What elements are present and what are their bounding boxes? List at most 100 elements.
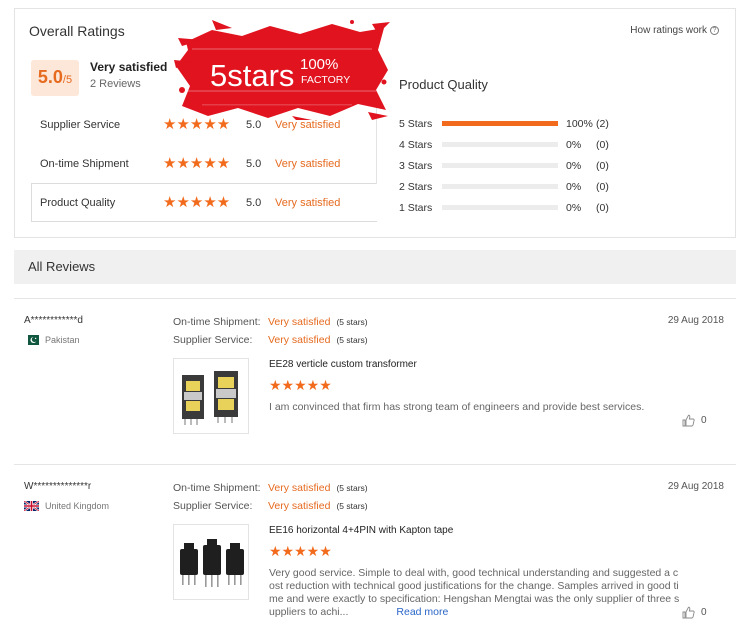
distribution-count: (0) [596, 201, 609, 214]
service-desc: Very satisfied [275, 157, 341, 170]
review-divider [14, 298, 736, 299]
distribution-bar [442, 121, 558, 126]
like-button[interactable]: 0 [682, 606, 707, 619]
metric-value: Very satisfied [268, 316, 331, 328]
distribution-percent: 0% [566, 138, 582, 151]
review-star-rating-icon: ★★★★★ [269, 377, 332, 393]
distribution-row: 1 Stars 0% (0) [399, 197, 639, 218]
review-date: 29 Aug 2018 [667, 481, 724, 492]
product-thumbnail[interactable] [173, 358, 249, 434]
distribution-percent: 100% [566, 117, 593, 130]
stamp-factory-text: FACTORY [301, 74, 350, 86]
metric-label: On-time Shipment: [173, 482, 261, 494]
service-score: 5.0 [246, 196, 262, 209]
review-text-body: Very good service. Simple to deal with, … [269, 567, 680, 618]
distribution-label: 2 Stars [399, 180, 433, 193]
star-rating-icon: ★★★★★ [163, 155, 231, 172]
review-date: 29 Aug 2018 [667, 315, 724, 326]
five-stars-factory-stamp: 5stars 100% FACTORY [174, 20, 390, 120]
product-thumbnail[interactable] [173, 524, 249, 600]
distribution-label: 3 Stars [399, 159, 433, 172]
review-count: 2 Reviews [90, 78, 141, 90]
service-name: On-time Shipment [40, 157, 129, 170]
review-shipment-rating: On-time Shipment: Very satisfied (5 star… [173, 316, 368, 328]
overall-score-badge: 5.0 /5 [31, 60, 79, 96]
country-name: Pakistan [45, 335, 80, 345]
distribution-count: (0) [596, 138, 609, 151]
service-name: Product Quality [40, 196, 116, 209]
metric-label: Supplier Service: [173, 500, 253, 512]
info-icon[interactable]: ? [710, 26, 719, 35]
metric-value: Very satisfied [268, 482, 331, 494]
united-kingdom-flag-icon [24, 501, 39, 511]
metric-label: On-time Shipment: [173, 316, 261, 328]
service-desc: Very satisfied [275, 196, 341, 209]
distribution-label: 5 Stars [399, 117, 433, 130]
review-item: W**************r United Kingdom 29 Aug 2… [14, 466, 736, 626]
service-desc: Very satisfied [275, 118, 341, 131]
how-ratings-work-link[interactable]: How ratings work ? [630, 25, 719, 36]
all-reviews-header: All Reviews [14, 250, 736, 284]
review-text: I am convinced that firm has strong team… [269, 401, 645, 413]
service-score: 5.0 [246, 118, 262, 131]
distribution-percent: 0% [566, 180, 582, 193]
service-name: Supplier Service [40, 118, 121, 131]
distribution-row: 2 Stars 0% (0) [399, 176, 639, 197]
distribution-bar [442, 184, 558, 189]
review-item: A************d Pakistan 29 Aug 2018 On-t… [14, 300, 736, 460]
review-text: Very good service. Simple to deal with, … [269, 567, 681, 619]
review-star-rating-icon: ★★★★★ [269, 543, 332, 559]
distribution-label: 4 Stars [399, 138, 433, 151]
reviewer-country: United Kingdom [24, 501, 109, 511]
metric-value: Very satisfied [268, 334, 331, 346]
stamp-percent-text: 100% [300, 56, 338, 73]
review-product-name[interactable]: EE28 verticle custom transformer [269, 359, 417, 370]
metric-label: Supplier Service: [173, 334, 253, 346]
product-quality-title: Product Quality [399, 77, 488, 92]
stamp-big-text: 5stars [210, 58, 294, 93]
like-count: 0 [701, 415, 707, 426]
distribution-percent: 0% [566, 201, 582, 214]
how-ratings-work-label[interactable]: How ratings work [630, 25, 707, 36]
distribution-row: 5 Stars 100% (2) [399, 113, 639, 134]
thumbs-up-icon[interactable] [682, 606, 695, 619]
overall-score: 5.0 [37, 67, 63, 87]
review-service-rating: Supplier Service: Very satisfied (5 star… [173, 334, 368, 346]
service-score: 5.0 [246, 157, 262, 170]
rating-distribution: 5 Stars 100% (2) 4 Stars 0% (0) 3 Stars … [399, 113, 639, 218]
distribution-bar [442, 142, 558, 147]
pakistan-flag-icon [24, 335, 39, 345]
like-button[interactable]: 0 [682, 414, 707, 427]
review-shipment-rating: On-time Shipment: Very satisfied (5 star… [173, 482, 368, 494]
distribution-row: 3 Stars 0% (0) [399, 155, 639, 176]
like-count: 0 [701, 607, 707, 618]
distribution-count: (0) [596, 159, 609, 172]
metric-stars: (5 stars) [336, 483, 368, 493]
metric-stars: (5 stars) [336, 501, 368, 511]
thumbs-up-icon[interactable] [682, 414, 695, 427]
distribution-bar [442, 163, 558, 168]
distribution-count: (2) [596, 117, 609, 130]
review-service-rating: Supplier Service: Very satisfied (5 star… [173, 500, 368, 512]
distribution-percent: 0% [566, 159, 582, 172]
country-name: United Kingdom [45, 501, 110, 511]
reviewer-country: Pakistan [24, 335, 80, 345]
distribution-label: 1 Stars [399, 201, 433, 214]
service-row-on-time-shipment[interactable]: On-time Shipment ★★★★★ 5.0 Very satisfie… [31, 144, 377, 183]
reviewer-name: W**************r [24, 481, 92, 492]
metric-stars: (5 stars) [336, 335, 368, 345]
overall-score-max: /5 [62, 74, 73, 86]
metric-value: Very satisfied [268, 500, 331, 512]
review-product-name[interactable]: EE16 horizontal 4+4PIN with Kapton tape [269, 525, 453, 536]
overall-summary-label: Very satisfied [90, 60, 168, 74]
service-ratings-list: Supplier Service ★★★★★ 5.0 Very satisfie… [31, 105, 377, 222]
service-row-product-quality[interactable]: Product Quality ★★★★★ 5.0 Very satisfied [31, 183, 377, 222]
distribution-bar-fill [442, 121, 558, 126]
review-divider [14, 464, 736, 465]
read-more-link[interactable]: Read more [396, 606, 448, 618]
star-rating-icon: ★★★★★ [163, 194, 231, 211]
distribution-count: (0) [596, 180, 609, 193]
all-reviews-title: All Reviews [28, 259, 96, 274]
distribution-bar [442, 205, 558, 210]
reviewer-name: A************d [24, 315, 83, 326]
